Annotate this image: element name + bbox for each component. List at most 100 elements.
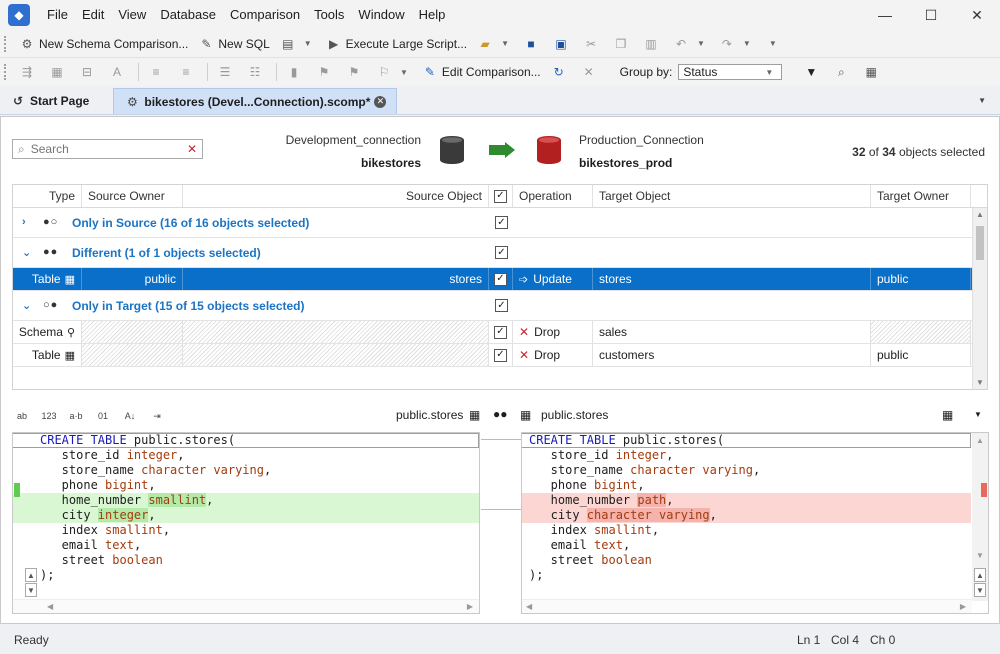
row-checkbox[interactable]: ✓	[494, 272, 507, 286]
copy-button[interactable]: ❐	[608, 32, 638, 56]
tabs-overflow-icon[interactable]: ▼	[978, 96, 986, 105]
list-button[interactable]: ☰	[212, 60, 242, 84]
menu-database[interactable]: Database	[153, 0, 223, 30]
bookmark-prev-button[interactable]: ⚑	[311, 60, 341, 84]
menu-file[interactable]: File	[40, 0, 75, 30]
close-tab-icon[interactable]: ✕	[374, 95, 387, 108]
script-button[interactable]: ▦	[44, 60, 74, 84]
scroll-up-icon[interactable]: ▲	[25, 568, 37, 582]
report-button[interactable]: ▦	[858, 60, 888, 84]
group-checkbox[interactable]: ✓	[495, 216, 508, 229]
outline-button[interactable]: ☷	[242, 60, 272, 84]
group-checkbox[interactable]: ✓	[495, 246, 508, 259]
scroll-up-icon[interactable]: ▲	[974, 568, 986, 582]
menu-view[interactable]: View	[111, 0, 153, 30]
collapse-icon[interactable]: ⌄	[22, 246, 31, 259]
right-vertical-scrollbar[interactable]: ▲ ▼ ▲ ▼	[972, 433, 988, 601]
menu-comparison[interactable]: Comparison	[223, 0, 307, 30]
scroll-down-icon[interactable]: ▼	[974, 583, 986, 597]
minimize-icon[interactable]: —	[862, 0, 908, 30]
menu-tools[interactable]: Tools	[307, 0, 351, 30]
indent-icon[interactable]: ⇥	[147, 407, 167, 425]
scroll-up-icon[interactable]: ▲	[976, 210, 984, 219]
cancel-button[interactable]: ✕	[576, 60, 606, 84]
open-button[interactable]: ▰ ▼	[472, 32, 518, 56]
chevron-down-icon[interactable]: ▼	[743, 39, 751, 48]
tab-comparison[interactable]: ⚙ bikestores (Devel...Connection).scomp*…	[113, 88, 398, 114]
redo-button[interactable]: ↷ ▼	[714, 32, 760, 56]
view-mode-icon[interactable]: ▦	[942, 408, 953, 422]
execute-large-script-button[interactable]: ▶ Execute Large Script...	[321, 32, 472, 56]
column-type[interactable]: Type	[13, 185, 82, 207]
group-only-in-source[interactable]: › ●○ Only in Source (16 of 16 objects se…	[13, 208, 987, 238]
binary-compare-icon[interactable]: 01	[93, 407, 113, 425]
row-checkbox[interactable]: ✓	[494, 325, 507, 339]
refresh-button[interactable]: ↻	[546, 60, 576, 84]
text-compare-button[interactable]: A	[104, 60, 134, 84]
bookmark-clear-button[interactable]: ⚐ ▼	[371, 60, 417, 84]
toolbar-grip[interactable]	[4, 64, 8, 80]
group-by-select[interactable]: Status ▼	[678, 64, 783, 80]
search-box[interactable]: ⌕ ✕	[12, 139, 203, 159]
chevron-down-icon[interactable]: ▼	[697, 39, 705, 48]
tab-start-page[interactable]: ↺ Start Page	[0, 88, 99, 114]
right-code-pane[interactable]: CREATE TABLE public.stores( store_id int…	[521, 432, 989, 614]
bookmark-button[interactable]: ▮	[281, 60, 311, 84]
column-source-owner[interactable]: Source Owner	[82, 185, 183, 207]
chevron-down-icon[interactable]: ▼	[400, 68, 408, 77]
previous-difference-button[interactable]: ≡	[143, 60, 173, 84]
toolbar-grip[interactable]	[4, 35, 8, 52]
collapse-icon[interactable]: ⌄	[22, 299, 31, 312]
menu-window[interactable]: Window	[351, 0, 411, 30]
filter-button[interactable]: ▼	[798, 60, 828, 84]
scroll-down-icon[interactable]: ▼	[976, 551, 984, 560]
close-icon[interactable]: ✕	[954, 0, 1000, 30]
row-checkbox[interactable]: ✓	[494, 348, 507, 362]
table-row[interactable]: Schema ⚲ ✓ ✕ Drop sales	[13, 321, 987, 344]
expand-icon[interactable]: ›	[22, 216, 26, 228]
menu-edit[interactable]: Edit	[75, 0, 111, 30]
horizontal-scrollbar[interactable]: ◀ ▶	[13, 599, 479, 613]
scroll-left-icon[interactable]: ◀	[526, 602, 532, 611]
sort-icon[interactable]: A↓	[120, 407, 140, 425]
scroll-right-icon[interactable]: ▶	[960, 602, 966, 611]
scroll-down-icon[interactable]: ▼	[976, 378, 984, 387]
cut-button[interactable]: ✂	[578, 32, 608, 56]
next-difference-button[interactable]: ≡	[173, 60, 203, 84]
paste-button[interactable]: ▥	[638, 32, 668, 56]
scroll-down-icon[interactable]: ▼	[25, 583, 37, 597]
search-input[interactable]	[30, 142, 187, 156]
bookmark-next-button[interactable]: ⚑	[341, 60, 371, 84]
filter-objects-button[interactable]: ⊟	[74, 60, 104, 84]
sync-button[interactable]: ⇶	[14, 60, 44, 84]
select-all-checkbox[interactable]: ✓	[494, 189, 507, 203]
chevron-down-icon[interactable]: ▼	[304, 39, 312, 48]
new-sql-button[interactable]: ✎ New SQL	[193, 32, 274, 56]
column-target-object[interactable]: Target Object	[593, 185, 871, 207]
menu-help[interactable]: Help	[412, 0, 453, 30]
table-row[interactable]: Table ▦ public stores ✓ ➩ Update stores pu…	[13, 268, 987, 291]
scroll-up-icon[interactable]: ▲	[976, 436, 984, 445]
undo-button[interactable]: ↶ ▼	[668, 32, 714, 56]
column-operation[interactable]: Operation	[513, 185, 593, 207]
scroll-left-icon[interactable]: ◀	[47, 602, 53, 611]
maximize-icon[interactable]: ☐	[908, 0, 954, 30]
group-checkbox[interactable]: ✓	[495, 299, 508, 312]
find-button[interactable]: ⌕	[828, 60, 858, 84]
left-code-pane[interactable]: CREATE TABLE public.stores( store_id int…	[12, 432, 480, 614]
group-only-in-target[interactable]: ⌄ ○● Only in Target (15 of 15 objects se…	[13, 291, 987, 321]
toolbar-overflow[interactable]: ▼	[760, 32, 786, 56]
save-all-button[interactable]: ▣	[548, 32, 578, 56]
ignore-case-icon[interactable]: ab	[12, 407, 32, 425]
chevron-down-icon[interactable]: ▼	[974, 410, 982, 419]
horizontal-scrollbar[interactable]: ◀ ▶	[522, 599, 972, 613]
grid-scrollbar[interactable]: ▲ ▼	[972, 208, 987, 389]
scroll-right-icon[interactable]: ▶	[467, 602, 473, 611]
ignore-whitespace-icon[interactable]: a·b	[66, 407, 86, 425]
save-button[interactable]: ■	[518, 32, 548, 56]
table-row[interactable]: Table ▦ ✓ ✕ Drop customers public	[13, 344, 987, 367]
column-target-owner[interactable]: Target Owner	[871, 185, 971, 207]
ignore-numbers-icon[interactable]: 123	[39, 407, 59, 425]
clear-search-icon[interactable]: ✕	[187, 142, 197, 156]
edit-comparison-button[interactable]: ✎ Edit Comparison...	[417, 60, 546, 84]
